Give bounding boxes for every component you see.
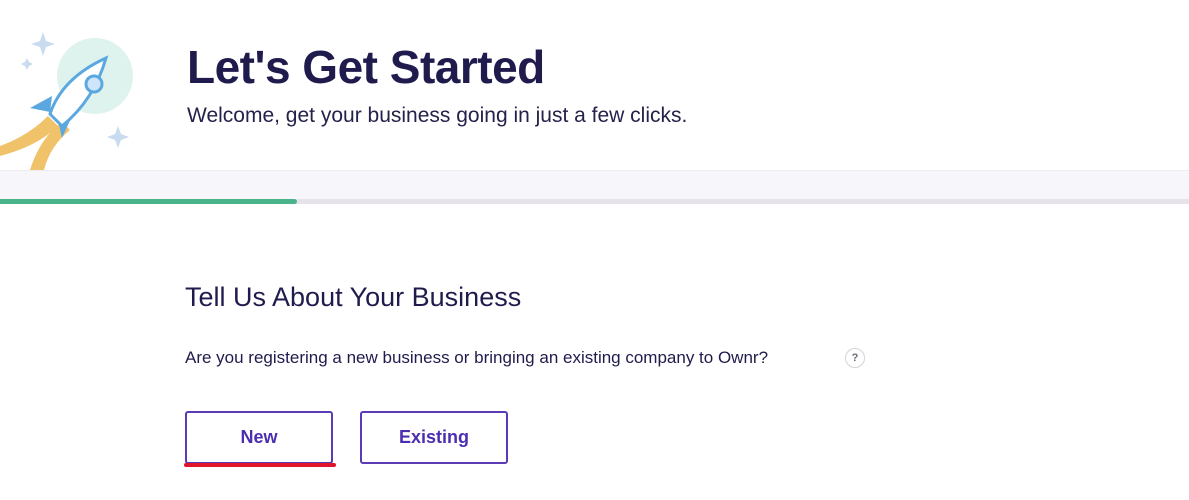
page-header: Let's Get Started Welcome, get your busi… — [0, 0, 1189, 171]
page-title: Let's Get Started — [187, 41, 545, 93]
header-band — [0, 171, 1189, 199]
page-subtitle: Welcome, get your business going in just… — [187, 104, 688, 127]
section-title: Tell Us About Your Business — [185, 282, 522, 312]
business-question: Are you registering a new business or br… — [185, 348, 769, 367]
selected-underline — [184, 463, 336, 467]
rocket-icon — [0, 32, 133, 170]
progress-bar — [0, 199, 1189, 204]
new-business-button[interactable]: New — [185, 411, 333, 464]
help-icon[interactable]: ? — [845, 348, 865, 368]
progress-fill — [0, 199, 298, 204]
existing-business-button[interactable]: Existing — [360, 411, 508, 464]
